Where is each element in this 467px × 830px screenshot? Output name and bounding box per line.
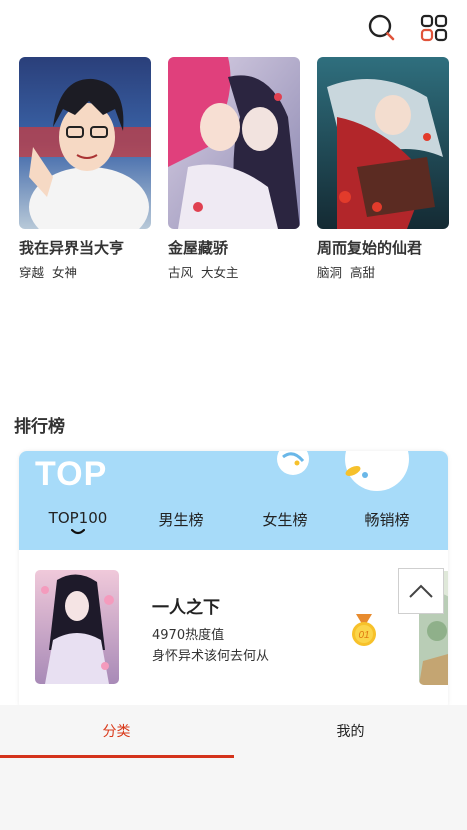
ranking-tabs: TOP100 男生榜 女生榜 畅销榜	[19, 509, 448, 545]
tab-female[interactable]: 女生榜	[235, 509, 335, 530]
tab-label: TOP100	[48, 509, 108, 527]
comic-tag: 大女主	[201, 265, 239, 280]
ranking-item-cover[interactable]	[35, 570, 119, 684]
apps-grid-icon	[420, 14, 448, 42]
search-button[interactable]	[366, 12, 398, 44]
medal-rank-number: 01	[358, 630, 369, 641]
gold-medal-icon: 01	[352, 614, 376, 646]
featured-comics: 我在异界当大亨 穿越 女神 金屋藏骄 古风 大女主 周而复始的仙君 脑洞 高甜	[19, 57, 449, 287]
ranking-item-description: 身怀异术该何去何从	[152, 649, 270, 664]
tab-top100[interactable]: TOP100	[28, 509, 128, 535]
comic-tag: 古风	[168, 265, 194, 280]
comic-tag: 脑洞	[317, 265, 343, 280]
comic-tags: 穿越 女神	[19, 262, 151, 281]
comic-card[interactable]: 金屋藏骄 古风 大女主	[168, 57, 300, 281]
bottom-navigation: 分类 我的	[0, 705, 467, 830]
comic-cover[interactable]	[317, 57, 449, 229]
tab-label: 畅销榜	[364, 511, 410, 529]
comic-title: 我在异界当大亨	[19, 239, 125, 257]
tab-mine[interactable]: 我的	[234, 705, 467, 757]
comic-tag: 穿越	[19, 265, 45, 280]
ranking-item-heat: 4970热度值	[152, 628, 225, 643]
chevron-up-icon	[409, 584, 433, 598]
tab-label: 我的	[336, 724, 365, 740]
tab-bestseller[interactable]: 畅销榜	[337, 509, 437, 530]
comic-title: 金屋藏骄	[168, 239, 229, 257]
comic-tags: 古风 大女主	[168, 262, 300, 281]
comic-cover[interactable]	[19, 57, 151, 229]
ranking-section-title: 排行榜	[14, 417, 65, 437]
bubbles-decoration	[277, 451, 409, 491]
tab-category[interactable]: 分类	[0, 705, 233, 757]
ranking-header: TOP TOP100 男生榜 女生榜 畅销榜	[19, 451, 448, 550]
comic-card[interactable]: 周而复始的仙君 脑洞 高甜	[317, 57, 449, 281]
tab-label: 男生榜	[158, 511, 204, 529]
apps-grid-button[interactable]	[418, 12, 450, 44]
comic-tags: 脑洞 高甜	[317, 262, 449, 281]
tab-male[interactable]: 男生榜	[131, 509, 231, 530]
ranking-panel: TOP TOP100 男生榜 女生榜 畅销榜 一人之下 4970热度值 身怀异术…	[19, 451, 448, 711]
comic-title: 周而复始的仙君	[317, 239, 423, 257]
search-icon	[368, 14, 395, 41]
top-banner-text: TOP	[35, 455, 108, 493]
active-tab-indicator	[71, 529, 85, 535]
ranking-list-item[interactable]: 一人之下 4970热度值 身怀异术该何去何从 01	[34, 569, 448, 687]
scroll-to-top-button[interactable]	[398, 568, 444, 614]
ranking-item-title: 一人之下	[152, 598, 220, 618]
tab-label: 分类	[102, 724, 131, 740]
comic-card[interactable]: 我在异界当大亨 穿越 女神	[19, 57, 151, 281]
comic-tag: 女神	[52, 265, 78, 280]
active-tab-underline	[0, 755, 234, 758]
tab-label: 女生榜	[262, 511, 308, 529]
top-bar	[0, 0, 467, 56]
comic-cover[interactable]	[168, 57, 300, 229]
comic-tag: 高甜	[350, 265, 376, 280]
